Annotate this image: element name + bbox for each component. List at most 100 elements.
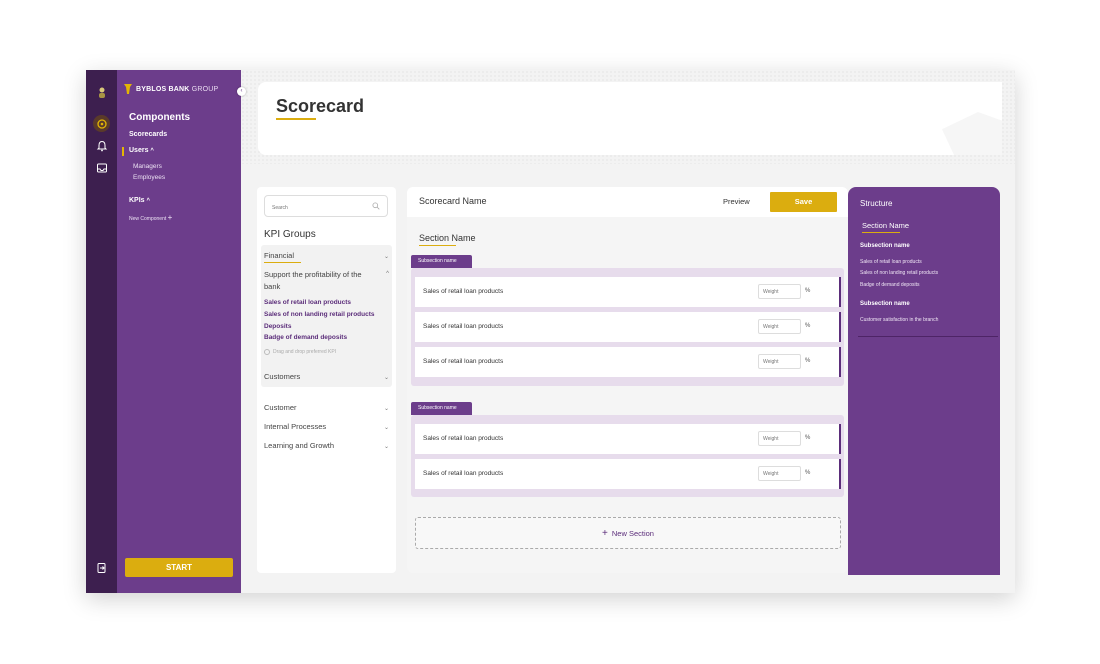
weight-input[interactable] <box>758 319 801 334</box>
search-icon[interactable] <box>372 202 380 210</box>
chevron-up-icon[interactable]: ^ <box>386 271 389 277</box>
icon-rail <box>86 70 117 593</box>
brand-name: BYBLOS BANK <box>136 85 190 93</box>
kpi-row-label: Sales of retail loan products <box>423 358 504 365</box>
search-input[interactable] <box>265 198 365 218</box>
chevron-up-icon: ^ <box>146 198 151 204</box>
group-customer[interactable]: Customer <box>264 403 297 412</box>
nav-title: Components <box>129 112 191 123</box>
chevron-down-icon[interactable]: ⌄ <box>384 405 389 412</box>
preview-button[interactable]: Preview <box>723 197 750 206</box>
kpi-row[interactable]: Sales of retail loan products % <box>415 277 841 307</box>
new-section-label: New Section <box>611 528 654 538</box>
structure-section-name[interactable]: Section Name <box>862 221 909 230</box>
scorecard-editor: Scorecard Name Preview Save Section Name… <box>407 187 848 573</box>
group-learning-growth[interactable]: Learning and Growth <box>264 441 334 450</box>
percent-label: % <box>805 288 811 294</box>
nav-sub-employees[interactable]: Employees <box>133 174 165 181</box>
user-avatar-icon[interactable] <box>93 83 110 100</box>
financial-underline <box>264 262 301 263</box>
byblos-logo-icon <box>124 84 132 94</box>
drag-hint-text: Drag and drop preferred KPI <box>273 349 337 355</box>
chevron-down-icon[interactable]: ⌄ <box>384 374 389 381</box>
subsection-tab[interactable]: Subsection name <box>411 255 472 268</box>
new-component-label: New Component <box>129 216 167 222</box>
start-button[interactable]: START <box>125 558 233 577</box>
structure-item[interactable]: Badge of demand deposits <box>860 282 920 288</box>
kpi-row[interactable]: Sales of retail loan products % <box>415 459 841 489</box>
structure-subsection[interactable]: Subsection name <box>860 243 910 249</box>
kpi-row[interactable]: Sales of retail loan products % <box>415 424 841 454</box>
group-financial[interactable]: Financial <box>264 251 294 260</box>
save-button[interactable]: Save <box>770 192 837 212</box>
structure-subsection[interactable]: Subsection name <box>860 301 910 307</box>
structure-item[interactable]: Customer satisfaction in the branch <box>860 317 938 323</box>
kpi-item[interactable]: Sales of retail loan products <box>264 299 351 306</box>
plus-icon: + <box>167 213 173 222</box>
subsection-block: Sales of retail loan products % Sales of… <box>411 415 844 497</box>
group-internal-processes[interactable]: Internal Processes <box>264 422 326 431</box>
group-customers[interactable]: Customers <box>264 372 300 381</box>
structure-title: Structure <box>860 199 893 208</box>
section-underline <box>419 245 456 246</box>
logout-icon[interactable] <box>93 559 110 576</box>
structure-section-underline <box>862 232 900 233</box>
weight-input[interactable] <box>758 284 801 299</box>
kpi-item[interactable]: Sales of non landing retail products <box>264 311 375 318</box>
new-component-link[interactable]: New Component + <box>129 213 172 222</box>
kpi-row-label: Sales of retail loan products <box>423 435 504 442</box>
weight-input[interactable] <box>758 466 801 481</box>
chevron-down-icon[interactable]: ⌄ <box>384 443 389 450</box>
title-underline <box>276 118 316 120</box>
kpi-row-label: Sales of retail loan products <box>423 470 504 477</box>
app-window: BYBLOS BANK GROUP Components Scorecards … <box>86 70 1015 593</box>
bell-icon[interactable] <box>93 137 110 154</box>
weight-input[interactable] <box>758 354 801 369</box>
kpi-row[interactable]: Sales of retail loan products % <box>415 312 841 342</box>
percent-label: % <box>805 435 811 441</box>
kpi-row-label: Sales of retail loan products <box>423 288 504 295</box>
subsection-block: Sales of retail loan products % Sales of… <box>411 268 844 386</box>
nav-item-users[interactable]: Users ^ <box>129 147 154 154</box>
kpi-row-label: Sales of retail loan products <box>423 323 504 330</box>
structure-item[interactable]: Sales of non landing retail products <box>860 270 938 276</box>
kpi-item[interactable]: Badge of demand deposits <box>264 334 347 341</box>
section-name[interactable]: Section Name <box>419 233 476 243</box>
scorecard-name[interactable]: Scorecard Name <box>419 196 487 206</box>
inbox-icon[interactable] <box>93 159 110 176</box>
kpi-row[interactable]: Sales of retail loan products % <box>415 347 841 377</box>
weight-input[interactable] <box>758 431 801 446</box>
group-support-profitability[interactable]: Support the profitability of the bank <box>264 269 374 293</box>
dashboard-icon[interactable] <box>93 115 110 132</box>
drag-hint: Drag and drop preferred KPI <box>264 349 336 355</box>
page-title: Scorecard <box>276 96 365 116</box>
kpi-item[interactable]: Deposits <box>264 323 291 330</box>
chevron-down-icon[interactable]: ⌄ <box>384 253 389 260</box>
chevron-up-icon: ^ <box>150 148 154 154</box>
brand-suffix: GROUP <box>191 85 219 93</box>
header-panel: Scorecard <box>258 82 1002 155</box>
info-icon <box>264 349 270 355</box>
collapse-sidebar-button[interactable]: ‹ <box>237 87 246 96</box>
nav-item-kpis[interactable]: KPIs ^ <box>129 197 150 204</box>
kpi-groups-title: KPI Groups <box>264 229 316 240</box>
structure-item[interactable]: Sales of retail loan products <box>860 259 922 265</box>
new-section-button[interactable]: + New Section <box>415 517 841 549</box>
active-indicator <box>122 147 124 156</box>
scorecard-header: Scorecard Name Preview Save <box>407 187 848 217</box>
structure-panel: Structure Section Name Subsection name S… <box>848 187 1000 575</box>
kpi-groups-panel: KPI Groups Financial ⌄ Support the profi… <box>257 187 396 573</box>
subsection-tab[interactable]: Subsection name <box>411 402 472 415</box>
percent-label: % <box>805 323 811 329</box>
nav-sub-managers[interactable]: Managers <box>133 163 162 170</box>
search-box <box>264 195 388 218</box>
percent-label: % <box>805 470 811 476</box>
brand-logo: BYBLOS BANK GROUP <box>123 83 218 95</box>
plus-icon: + <box>602 527 608 539</box>
header-decoration <box>942 112 1002 155</box>
nav-users-label: Users <box>129 147 149 154</box>
side-nav: BYBLOS BANK GROUP Components Scorecards … <box>117 70 241 593</box>
structure-divider <box>858 336 998 337</box>
nav-item-scorecards[interactable]: Scorecards <box>129 131 167 138</box>
chevron-down-icon[interactable]: ⌄ <box>384 424 389 431</box>
